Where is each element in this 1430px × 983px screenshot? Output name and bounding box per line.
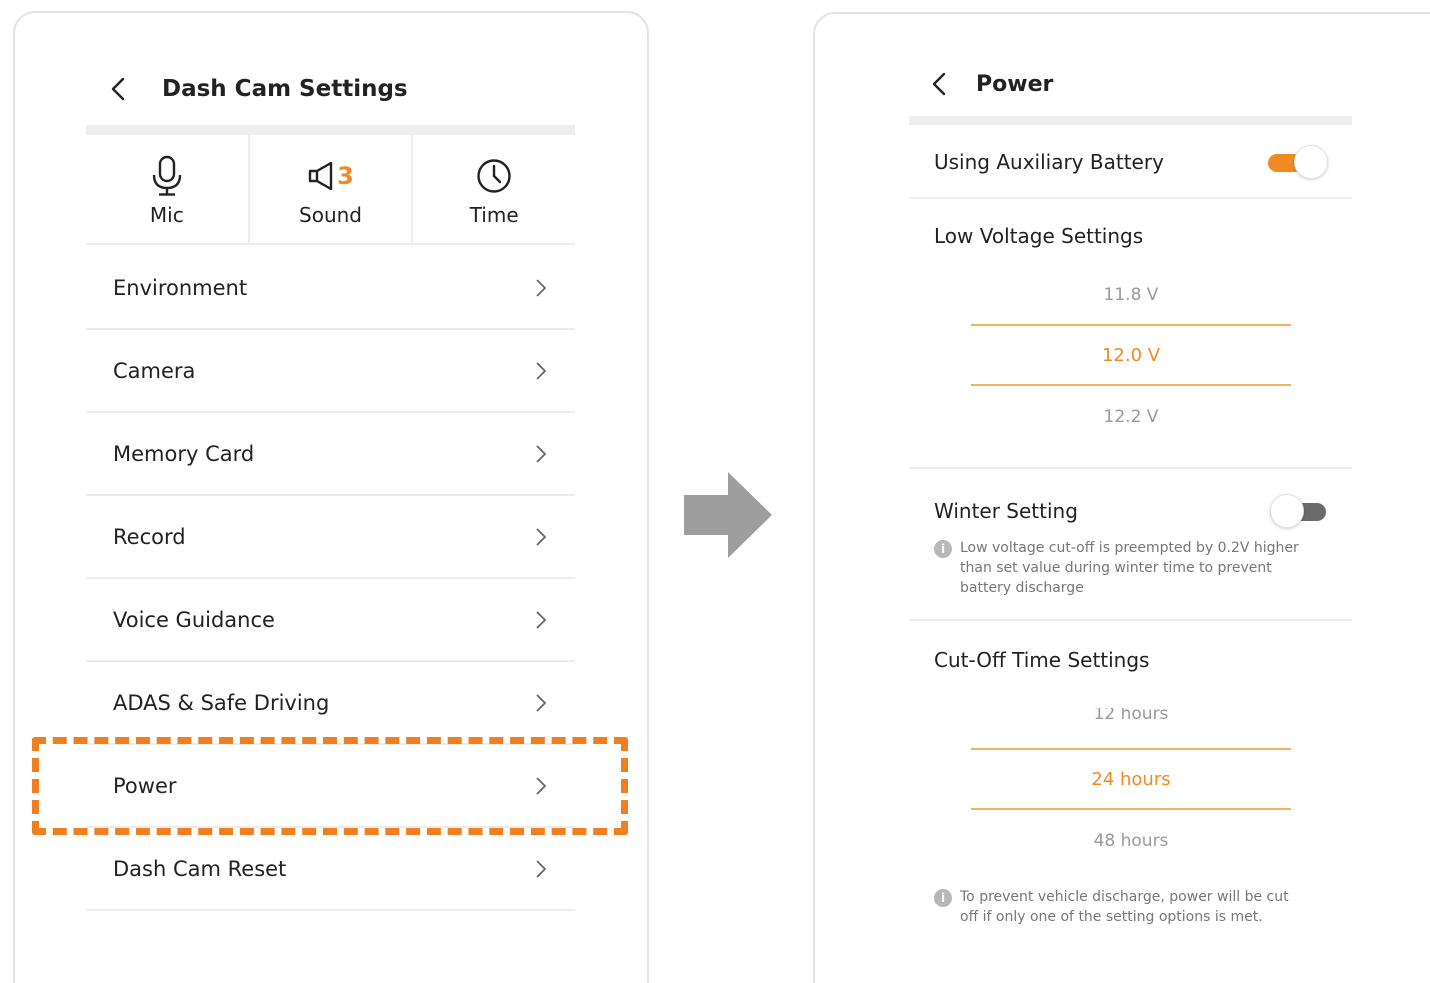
back-arrow-icon[interactable] bbox=[104, 75, 132, 103]
low-voltage-picker[interactable]: 11.8 V 12.0 V 12.2 V bbox=[971, 283, 1291, 433]
menu-item-label: Power bbox=[113, 773, 177, 798]
toggle-knob bbox=[1294, 145, 1328, 179]
cutoff-info-text: To prevent vehicle discharge, power will… bbox=[960, 889, 1289, 925]
menu-item-dash-cam-reset[interactable]: Dash Cam Reset bbox=[86, 828, 575, 911]
picker-divider bbox=[971, 324, 1291, 326]
chevron-right-icon bbox=[535, 776, 547, 796]
cutoff-footer-info: i To prevent vehicle discharge, power wi… bbox=[934, 887, 1304, 927]
winter-info-text: Low voltage cut-off is preempted by 0.2V… bbox=[960, 540, 1299, 596]
menu-item-voice-guidance[interactable]: Voice Guidance bbox=[86, 579, 575, 662]
clock-icon bbox=[476, 155, 512, 197]
toggle-knob bbox=[1270, 494, 1304, 528]
quick-sound[interactable]: 3 Sound bbox=[250, 135, 414, 243]
aux-battery-toggle[interactable] bbox=[1268, 145, 1328, 179]
right-header: Power bbox=[925, 70, 1053, 98]
menu-item-label: Environment bbox=[113, 275, 248, 300]
page-title: Dash Cam Settings bbox=[162, 76, 408, 102]
menu-item-camera[interactable]: Camera bbox=[86, 330, 575, 413]
quick-time[interactable]: Time bbox=[413, 135, 575, 243]
picker-option-selected[interactable]: 12.0 V bbox=[971, 345, 1291, 366]
info-icon: i bbox=[934, 889, 952, 907]
chevron-right-icon bbox=[535, 278, 547, 298]
menu-item-label: Camera bbox=[113, 358, 196, 383]
menu-item-environment[interactable]: Environment bbox=[86, 247, 575, 330]
low-voltage-label: Low Voltage Settings bbox=[934, 224, 1144, 248]
picker-option[interactable]: 12 hours bbox=[971, 708, 1291, 724]
header-divider bbox=[909, 116, 1352, 125]
picker-divider bbox=[971, 384, 1291, 386]
left-header: Dash Cam Settings bbox=[104, 75, 408, 103]
menu-item-power[interactable]: Power bbox=[86, 745, 575, 828]
picker-option[interactable]: 48 hours bbox=[971, 831, 1291, 851]
chevron-right-icon bbox=[535, 610, 547, 630]
cutoff-label: Cut-Off Time Settings bbox=[934, 648, 1150, 672]
info-icon: i bbox=[934, 540, 952, 558]
winter-setting-toggle[interactable] bbox=[1270, 494, 1330, 528]
menu-item-label: ADAS & Safe Driving bbox=[113, 690, 330, 715]
menu-item-label: Record bbox=[113, 524, 186, 549]
quick-label: Mic bbox=[149, 203, 184, 227]
chevron-right-icon bbox=[535, 527, 547, 547]
picker-option[interactable]: 11.8 V bbox=[971, 285, 1291, 305]
chevron-right-icon bbox=[535, 693, 547, 713]
aux-battery-label: Using Auxiliary Battery bbox=[934, 150, 1164, 174]
chevron-right-icon bbox=[535, 859, 547, 879]
chevron-right-icon bbox=[535, 444, 547, 464]
picker-divider bbox=[971, 748, 1291, 750]
quick-label: Sound bbox=[299, 203, 362, 227]
mic-icon bbox=[149, 155, 185, 197]
winter-setting-label: Winter Setting bbox=[934, 499, 1078, 523]
menu-item-label: Dash Cam Reset bbox=[113, 856, 287, 881]
chevron-right-icon bbox=[535, 361, 547, 381]
settings-menu: Environment Camera Memory Card Record Vo… bbox=[86, 247, 575, 911]
menu-item-memory-card[interactable]: Memory Card bbox=[86, 413, 575, 496]
picker-divider bbox=[971, 808, 1291, 810]
quick-settings-row: Mic 3 Sound Time bbox=[86, 135, 575, 245]
menu-item-adas[interactable]: ADAS & Safe Driving bbox=[86, 662, 575, 745]
page-title: Power bbox=[976, 71, 1054, 97]
picker-option-selected[interactable]: 24 hours bbox=[971, 769, 1291, 790]
transition-arrow-icon bbox=[684, 472, 772, 558]
menu-item-label: Voice Guidance bbox=[113, 607, 275, 632]
cutoff-time-picker[interactable]: 12 hours 24 hours 48 hours bbox=[971, 708, 1291, 853]
quick-label: Time bbox=[469, 203, 519, 227]
back-arrow-icon[interactable] bbox=[925, 70, 953, 98]
menu-item-label: Memory Card bbox=[113, 441, 255, 466]
picker-option[interactable]: 12.2 V bbox=[971, 407, 1291, 427]
speaker-icon: 3 bbox=[307, 155, 354, 197]
menu-item-record[interactable]: Record bbox=[86, 496, 575, 579]
quick-mic[interactable]: Mic bbox=[86, 135, 250, 243]
sound-level-badge: 3 bbox=[337, 162, 354, 190]
header-divider bbox=[86, 125, 575, 135]
winter-info: i Low voltage cut-off is preempted by 0.… bbox=[934, 538, 1324, 598]
